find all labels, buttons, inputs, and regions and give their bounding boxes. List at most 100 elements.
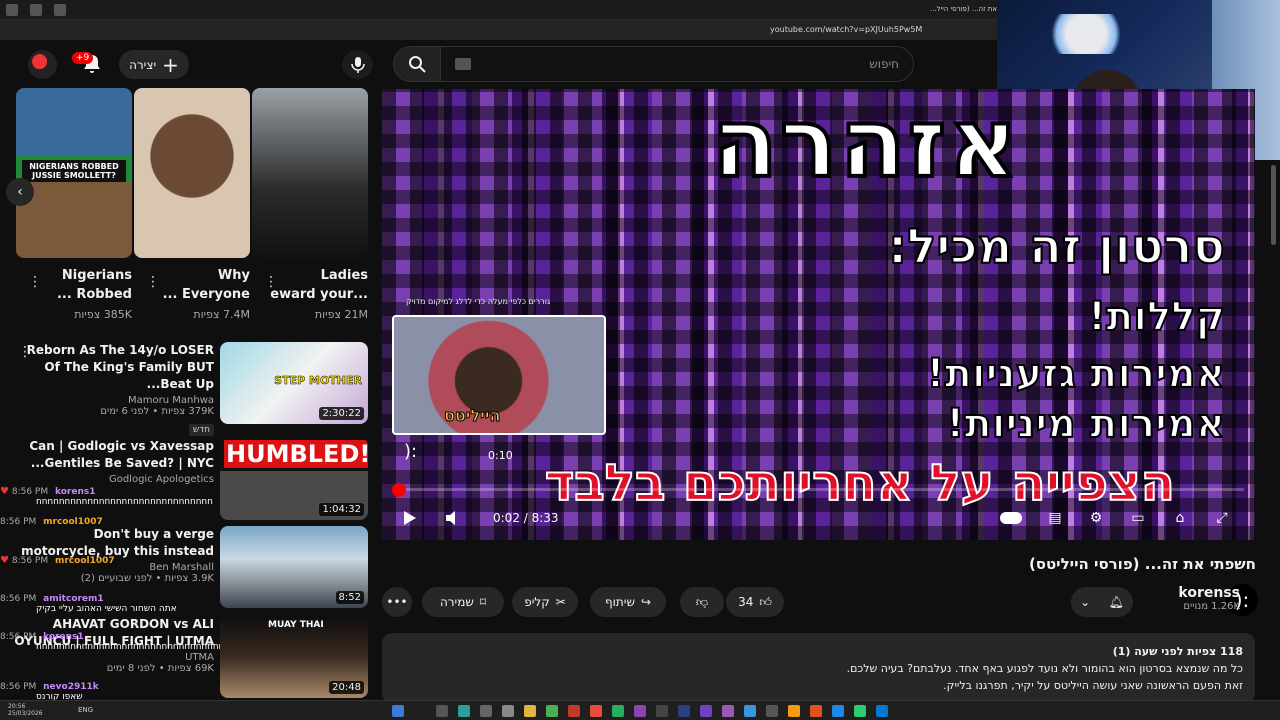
- save-button[interactable]: ⌑ שמירה: [422, 587, 504, 617]
- taskbar-app-icon[interactable]: [766, 705, 778, 717]
- short-thumbnail[interactable]: [134, 88, 250, 258]
- taskbar-app-icon[interactable]: [436, 705, 448, 717]
- taskbar-app-icon[interactable]: [744, 705, 756, 717]
- thumb-text: HUMBLED!: [224, 440, 368, 468]
- video-thumbnail[interactable]: HUMBLED! 1:04:32: [220, 438, 368, 520]
- miniplayer-button[interactable]: ▭: [1127, 507, 1149, 529]
- video-menu-icon[interactable]: ⋮: [18, 344, 32, 360]
- chevron-left-icon: ‹: [17, 184, 23, 200]
- taskbar-app-icon[interactable]: [656, 705, 668, 717]
- search-input[interactable]: חיפוש: [440, 46, 914, 82]
- keyboard-icon[interactable]: [455, 58, 471, 70]
- heart-icon: ♥: [0, 486, 9, 497]
- taskbar-app-icon[interactable]: [722, 705, 734, 717]
- cast-icon: ⌂: [1175, 510, 1185, 526]
- autoplay-toggle[interactable]: [1000, 507, 1022, 529]
- chat-user: mrcool1007: [43, 517, 103, 527]
- chat-message: 8:56 PM amitcorem1 אתה השחור השישי האהוב…: [0, 594, 220, 614]
- like-button[interactable]: 👍︎ 34: [726, 587, 784, 617]
- taskbar-app-icon[interactable]: [480, 705, 492, 717]
- short-menu-icon[interactable]: ⋮: [146, 274, 160, 290]
- shorts-prev-button[interactable]: ‹: [6, 178, 34, 206]
- subtitles-button[interactable]: ▤: [1044, 507, 1066, 529]
- taskbar-app-icon[interactable]: [458, 705, 470, 717]
- channel-info: korenss 1.26K מנויים: [1178, 585, 1240, 612]
- video-meta: 3.9K צפיות • לפני שבועיים (2): [80, 573, 214, 584]
- short-thumbnail[interactable]: [252, 88, 368, 258]
- warning-title: אזהרה: [710, 89, 1020, 201]
- create-button[interactable]: יצירה +: [119, 50, 189, 79]
- search-placeholder: חיפוש: [869, 57, 899, 71]
- clip-button[interactable]: ✂ קליפ: [512, 587, 578, 617]
- video-thumbnail[interactable]: MUAY THAI 20:48: [220, 616, 368, 698]
- taskbar-app-icon[interactable]: [524, 705, 536, 717]
- taskbar-app-icon[interactable]: [700, 705, 712, 717]
- seek-preview-thumbnail: הייליטס: [392, 315, 606, 435]
- video-thumbnail[interactable]: STEP MOTHER 2:30:22: [220, 342, 368, 424]
- recommended-video[interactable]: STEP MOTHER 2:30:22 Reborn As The 14y/o …: [0, 342, 380, 436]
- heart-icon: ♥: [0, 555, 9, 566]
- share-icon: ↪: [640, 595, 652, 609]
- short-views: 385K צפיות: [74, 308, 132, 321]
- subscribed-button[interactable]: ⌄ 🔔︎: [1071, 587, 1133, 617]
- chrome-icon[interactable]: [788, 705, 800, 717]
- window-icon[interactable]: [6, 4, 18, 16]
- taskbar-app-icon[interactable]: [854, 705, 866, 717]
- chat-text: nnnnnnnnnnnnnnnnnnnnnnnnnnnnnnn: [36, 497, 213, 507]
- account-avatar[interactable]: [28, 50, 57, 79]
- taskbar-app-icon[interactable]: [876, 705, 888, 717]
- share-button[interactable]: ↪ שיתוף: [590, 587, 666, 617]
- video-player[interactable]: אזהרה סרטון זה מכיל: קללות! אמירות גזעני…: [382, 89, 1255, 540]
- edge-icon[interactable]: [832, 705, 844, 717]
- more-actions-button[interactable]: •••: [382, 587, 412, 617]
- video-meta: 69K צפיות • לפני 8 ימים: [106, 663, 214, 674]
- volume-button[interactable]: [442, 507, 464, 529]
- timecode: 0:02 / 8:33: [493, 511, 559, 525]
- page-scrollbar[interactable]: [1271, 165, 1276, 245]
- taskbar-app-icon[interactable]: [612, 705, 624, 717]
- voice-search-mic-icon[interactable]: [342, 50, 373, 79]
- short-menu-icon[interactable]: ⋮: [264, 274, 278, 290]
- recommended-video[interactable]: HUMBLED! 1:04:32 Can | Godlogic vs Xaves…: [0, 438, 380, 522]
- settings-button[interactable]: ⚙: [1085, 507, 1107, 529]
- language-indicator[interactable]: ENG: [78, 706, 93, 714]
- search-icon: [409, 56, 426, 73]
- video-duration: 20:48: [329, 681, 364, 694]
- chat-user: amitcorem1: [43, 594, 104, 604]
- taskbar-app-icon[interactable]: [678, 705, 690, 717]
- taskbar-app-icon[interactable]: [634, 705, 646, 717]
- taskbar-app-icon[interactable]: [590, 705, 602, 717]
- system-clock[interactable]: 20:56 25/03/2026: [8, 703, 43, 717]
- chat-user: mrcool1007: [54, 556, 115, 566]
- chat-text: nnnnnnnnnnnnnnnnnnnnnnnnnnnnnnnnnnnnnn: [36, 642, 220, 652]
- clip-label: קליפ: [524, 595, 550, 609]
- scrubber-handle[interactable]: [392, 483, 406, 497]
- description-meta: 118 צפיות לפני שעה (1): [1112, 645, 1243, 658]
- video-title: Reborn As The 14y/o LOSER Of The King's …: [26, 343, 214, 391]
- channel-name[interactable]: korenss: [1178, 585, 1240, 601]
- brave-icon[interactable]: [810, 705, 822, 717]
- warning-line-3: אמירות גזעניות!: [925, 350, 1226, 398]
- search-button[interactable]: [393, 46, 441, 82]
- fullscreen-button[interactable]: ⤢: [1211, 507, 1233, 529]
- short-thumbnail[interactable]: NIGERIANS ROBBED JUSSIE SMOLLETT?: [16, 88, 132, 258]
- start-icon[interactable]: [392, 705, 404, 717]
- cast-button[interactable]: ⌂: [1169, 507, 1191, 529]
- description-box[interactable]: 118 צפיות לפני שעה (1) כל מה שנמצא בסרטו…: [382, 633, 1255, 703]
- short-menu-icon[interactable]: ⋮: [28, 274, 42, 290]
- video-channel: UTMA: [185, 652, 214, 663]
- short-views: 7.4M צפיות: [193, 308, 250, 321]
- bookmark-icon: ⌑: [479, 595, 487, 609]
- taskbar-app-icon[interactable]: [546, 705, 558, 717]
- tab-icon[interactable]: [54, 4, 66, 16]
- taskbar-app-icon[interactable]: [568, 705, 580, 717]
- back-icon[interactable]: [30, 4, 42, 16]
- dislike-button[interactable]: 👎︎: [680, 587, 724, 617]
- taskbar-app-icon[interactable]: [502, 705, 514, 717]
- video-thumbnail[interactable]: 8:52: [220, 526, 368, 608]
- chat-user: korens1: [54, 487, 96, 497]
- gear-icon: ⚙: [1089, 510, 1103, 526]
- progress-bar[interactable]: [394, 488, 1244, 491]
- url-text[interactable]: youtube.com/watch?v=pXJUuh5Pw5M: [770, 25, 922, 34]
- play-button[interactable]: [398, 507, 420, 529]
